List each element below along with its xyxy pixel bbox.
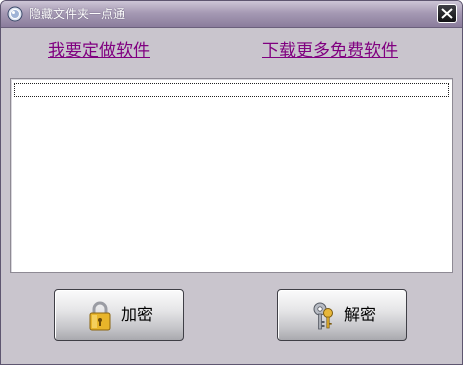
close-button[interactable] [437, 4, 457, 23]
title-bar[interactable]: 隐藏文件夹一点通 [1, 1, 462, 28]
folder-list[interactable] [10, 78, 453, 273]
free-download-link[interactable]: 下载更多免费软件 [262, 40, 398, 62]
list-item[interactable] [14, 83, 449, 97]
encrypt-label: 加密 [121, 305, 154, 324]
decrypt-label: 解密 [344, 305, 377, 324]
decrypt-button[interactable]: 解密 [277, 289, 407, 341]
keys-icon [311, 301, 335, 331]
window-title: 隐藏文件夹一点通 [29, 7, 126, 21]
encrypt-button[interactable]: 加密 [54, 289, 184, 341]
close-icon [441, 8, 453, 19]
app-globe-icon [7, 6, 23, 22]
padlock-icon [88, 301, 112, 331]
custom-software-link[interactable]: 我要定做软件 [48, 40, 150, 62]
main-window: 隐藏文件夹一点通 我要定做软件 下载更多免费软件 加密 解密 [0, 0, 463, 365]
